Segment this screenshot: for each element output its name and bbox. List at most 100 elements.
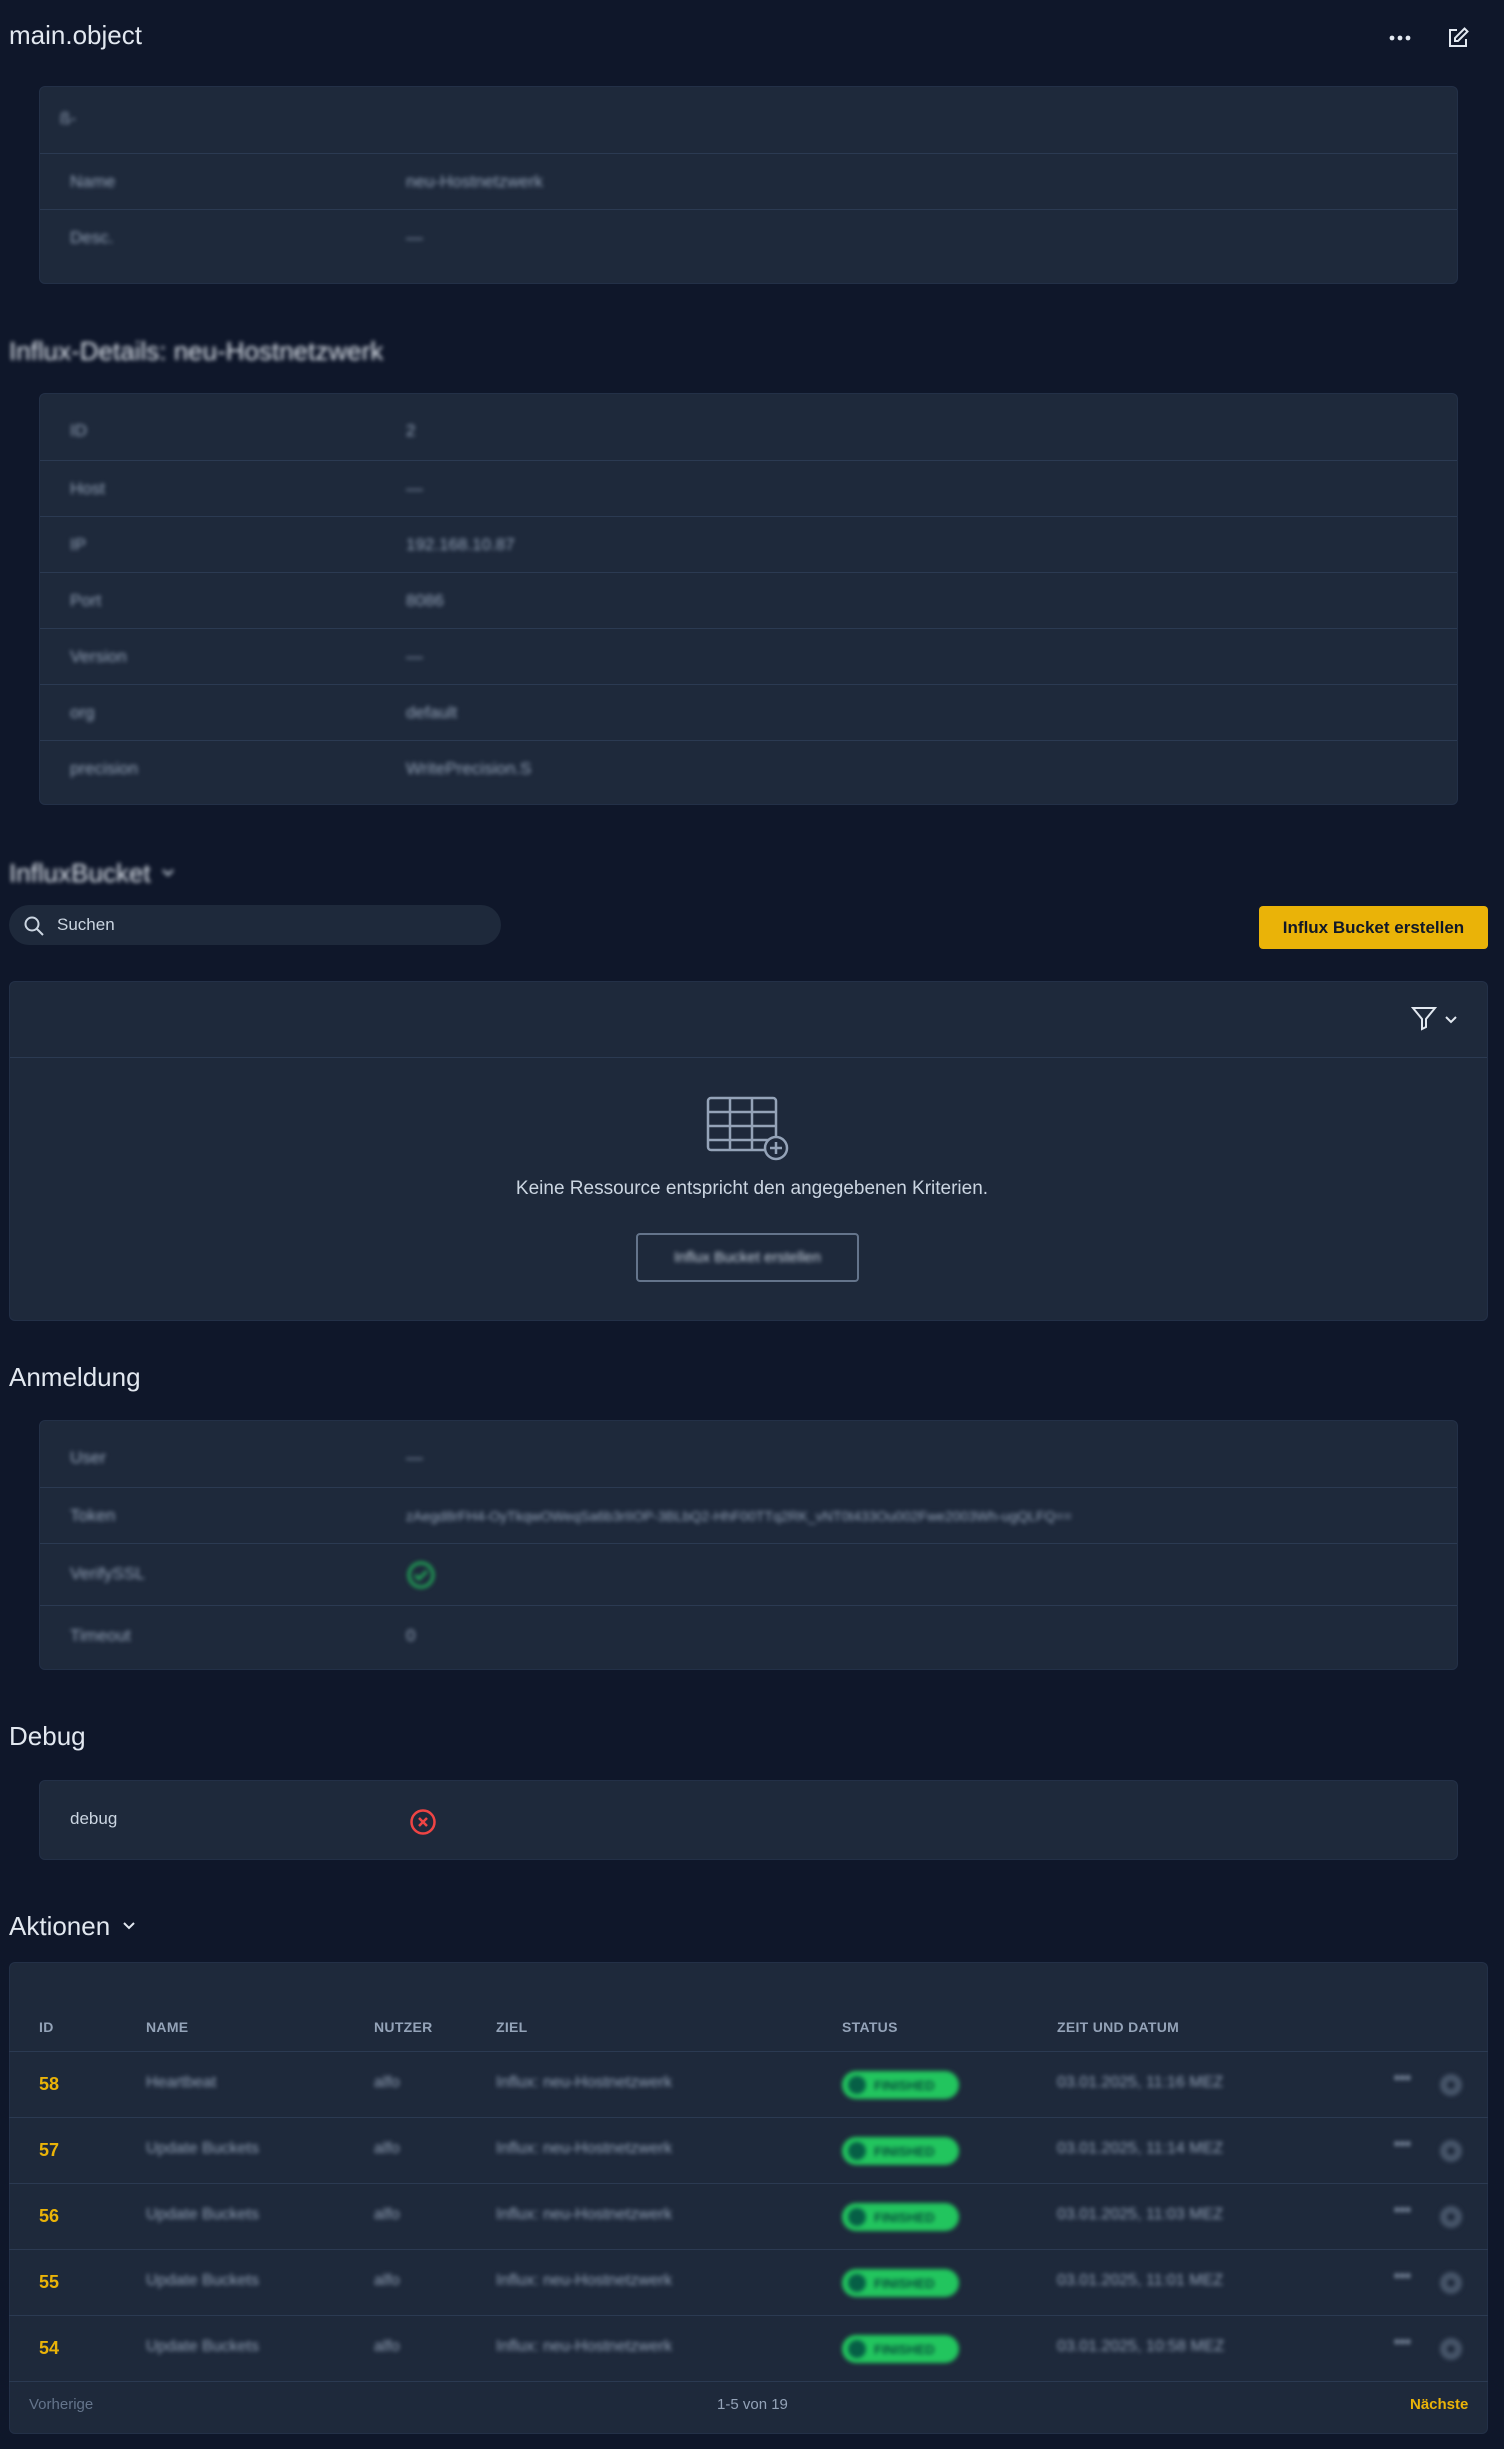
more-horizontal-icon[interactable]: •••	[1394, 2070, 1411, 2088]
column-header-time[interactable]: ZEIT UND DATUM	[1057, 2019, 1179, 2035]
prev-page-button[interactable]: Vorherige	[29, 2396, 93, 2413]
status-badge: FINISHED	[842, 2137, 959, 2165]
action-time: 03.01.2025, 11:14 MEZ	[1057, 2140, 1224, 2157]
info-title: ß-	[60, 109, 77, 128]
table-row[interactable]: 58 Heartbeat alfo Influx: neu-Hostnetzwe…	[9, 2051, 1488, 2117]
status-badge: FINISHED	[842, 2071, 959, 2099]
column-header-id[interactable]: ID	[39, 2019, 54, 2035]
table-row[interactable]: 54 Update Buckets alfo Influx: neu-Hostn…	[9, 2315, 1488, 2381]
info-row: Name neu-Hostnetzwerk	[40, 153, 1457, 209]
settings-icon[interactable]	[1438, 2072, 1464, 2103]
login-panel: User — Token zAegd8rFH4-OyTkqwOWeqSa6b3r…	[39, 1420, 1458, 1670]
check-circle-icon	[848, 2274, 866, 2292]
action-target: Influx: neu-Hostnetzwerk	[496, 2338, 673, 2355]
filter-toggle[interactable]	[1410, 1004, 1458, 1037]
page-title: main.object	[9, 20, 142, 50]
login-label: User	[70, 1448, 106, 1467]
table-row[interactable]: 57 Update Buckets alfo Influx: neu-Hostn…	[9, 2117, 1488, 2183]
details-row: Host —	[40, 460, 1457, 516]
debug-label: debug	[70, 1809, 118, 1828]
column-header-target[interactable]: ZIEL	[496, 2019, 528, 2035]
action-name: Update Buckets	[146, 2338, 259, 2355]
edit-icon[interactable]	[1440, 20, 1476, 56]
actions-heading-toggle[interactable]: Aktionen	[9, 1911, 136, 1942]
empty-create-bucket-button[interactable]: Influx Bucket erstellen	[636, 1233, 859, 1282]
settings-icon[interactable]	[1438, 2204, 1464, 2235]
login-heading: Anmeldung	[9, 1362, 141, 1392]
status-label: FINISHED	[874, 2143, 935, 2159]
action-id[interactable]: 56	[39, 2206, 59, 2227]
settings-icon[interactable]	[1438, 2138, 1464, 2169]
actions-heading: Aktionen	[9, 1911, 111, 1941]
settings-icon[interactable]	[1438, 2336, 1464, 2367]
action-id[interactable]: 57	[39, 2140, 59, 2161]
more-horizontal-icon[interactable]: •••	[1394, 2202, 1411, 2220]
action-name: Heartbeat	[146, 2074, 217, 2091]
table-row[interactable]: 56 Update Buckets alfo Influx: neu-Hostn…	[9, 2183, 1488, 2249]
more-horizontal-icon[interactable]: •••	[1394, 2268, 1411, 2286]
status-badge: FINISHED	[842, 2269, 959, 2297]
action-target: Influx: neu-Hostnetzwerk	[496, 2140, 673, 2157]
action-user: alfo	[374, 2272, 400, 2289]
more-horizontal-icon[interactable]: •••	[1394, 2334, 1411, 2352]
details-row: IP 192.168.10.87	[40, 516, 1457, 572]
status-label: FINISHED	[874, 2209, 935, 2225]
action-id[interactable]: 58	[39, 2074, 59, 2095]
details-heading: Influx-Details: neu-Hostnetzwerk	[9, 336, 384, 366]
login-row: VerifySSL	[40, 1543, 1457, 1605]
status-label: FINISHED	[874, 2275, 935, 2291]
action-target: Influx: neu-Hostnetzwerk	[496, 2206, 673, 2223]
chevron-down-icon	[1444, 1012, 1458, 1030]
action-time: 03.01.2025, 11:01 MEZ	[1057, 2272, 1224, 2289]
more-horizontal-icon[interactable]	[1382, 20, 1418, 56]
empty-create-bucket-label: Influx Bucket erstellen	[674, 1249, 821, 1266]
details-label: Port	[70, 591, 102, 610]
details-label: org	[70, 703, 95, 722]
details-row: org default	[40, 684, 1457, 740]
column-header-user[interactable]: NUTZER	[374, 2019, 433, 2035]
action-id[interactable]: 55	[39, 2272, 59, 2293]
details-row: Port 8086	[40, 572, 1457, 628]
create-bucket-button[interactable]: Influx Bucket erstellen	[1259, 906, 1488, 949]
details-panel: ID 2 Host — IP 192.168.10.87 Port 8086 V…	[39, 393, 1458, 805]
x-circle-icon	[409, 1808, 437, 1841]
buckets-heading-toggle[interactable]: InfluxBucket	[9, 858, 175, 889]
column-header-status[interactable]: STATUS	[842, 2019, 898, 2035]
action-user: alfo	[374, 2140, 400, 2157]
details-value: —	[406, 479, 423, 498]
info-row: Desc. —	[40, 209, 1457, 265]
action-name: Update Buckets	[146, 2140, 259, 2157]
empty-state-text: Keine Ressource entspricht den angegeben…	[515, 1178, 989, 1199]
status-badge: FINISHED	[842, 2203, 959, 2231]
filter-icon	[1410, 1004, 1438, 1037]
table-add-icon	[706, 1096, 790, 1167]
search-box	[9, 905, 501, 945]
table-row[interactable]: 55 Update Buckets alfo Influx: neu-Hostn…	[9, 2249, 1488, 2315]
action-name: Update Buckets	[146, 2272, 259, 2289]
details-label: precision	[70, 759, 139, 778]
search-icon	[23, 915, 45, 942]
check-circle-icon	[848, 2076, 866, 2094]
check-circle-icon	[848, 2340, 866, 2358]
search-input[interactable]	[57, 905, 477, 945]
details-value: 2	[406, 421, 416, 440]
info-value: neu-Hostnetzwerk	[406, 172, 544, 191]
details-label: IP	[70, 535, 87, 554]
login-value: 0	[406, 1626, 416, 1645]
check-circle-icon	[848, 2142, 866, 2160]
details-label: ID	[70, 421, 87, 440]
buckets-heading: InfluxBucket	[9, 858, 151, 888]
more-horizontal-icon[interactable]: •••	[1394, 2136, 1411, 2154]
action-id[interactable]: 54	[39, 2338, 59, 2359]
column-header-name[interactable]: NAME	[146, 2019, 188, 2035]
settings-icon[interactable]	[1438, 2270, 1464, 2301]
action-name: Update Buckets	[146, 2206, 259, 2223]
info-label: Desc.	[70, 228, 114, 247]
check-circle-icon	[406, 1560, 436, 1595]
debug-panel: debug	[39, 1780, 1458, 1860]
login-label: VerifySSL	[70, 1564, 145, 1583]
details-label: Version	[70, 647, 127, 666]
next-page-button[interactable]: Nächste	[1410, 2396, 1468, 2413]
login-row: Timeout 0	[40, 1605, 1457, 1667]
info-label: Name	[70, 172, 116, 191]
